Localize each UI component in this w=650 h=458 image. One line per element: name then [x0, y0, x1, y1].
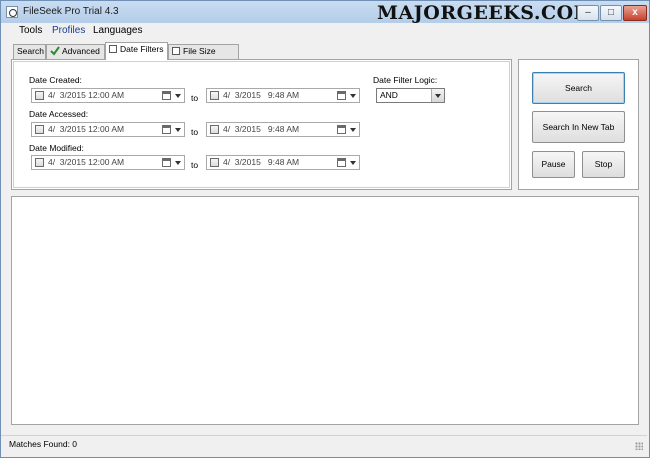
- checkbox-icon: [109, 45, 117, 53]
- calendar-icon[interactable]: [337, 125, 346, 134]
- date-created-to-picker[interactable]: 4/ 3/2015 9:48 AM: [206, 88, 360, 103]
- watermark-logo: MAJORGEEKS.COM: [377, 2, 596, 24]
- menu-languages[interactable]: Languages: [93, 25, 143, 36]
- date-created-from-picker[interactable]: 4/ 3/2015 12:00 AM: [31, 88, 185, 103]
- window-title: FileSeek Pro Trial 4.3: [23, 6, 119, 17]
- date-accessed-label: Date Accessed:: [29, 109, 89, 119]
- maximize-button[interactable]: □: [600, 5, 622, 21]
- tab-file-size-filters[interactable]: File Size Filters: [168, 44, 239, 69]
- tab-advanced-label: Advanced: [62, 46, 100, 56]
- matches-found-text: Matches Found: 0: [9, 439, 78, 449]
- date-created-to-value: 4/ 3/2015 9:48 AM: [223, 90, 300, 100]
- tab-search[interactable]: Search: [13, 44, 46, 59]
- date-accessed-from-value: 4/ 3/2015 12:00 AM: [48, 124, 125, 134]
- date-modified-from-picker[interactable]: 4/ 3/2015 12:00 AM: [31, 155, 185, 170]
- calendar-icon[interactable]: [337, 91, 346, 100]
- date-created-label: Date Created:: [29, 75, 82, 85]
- dropdown-arrow-icon[interactable]: [175, 128, 181, 132]
- tab-search-label: Search: [17, 46, 44, 56]
- chevron-down-icon[interactable]: [431, 89, 444, 102]
- menu-profiles[interactable]: Profiles: [52, 25, 85, 36]
- pause-button[interactable]: Pause: [532, 151, 575, 178]
- menu-bar: Tools Profiles Languages: [1, 23, 649, 39]
- date-accessed-to-picker[interactable]: 4/ 3/2015 9:48 AM: [206, 122, 360, 137]
- title-bar[interactable]: FileSeek Pro Trial 4.3 MAJORGEEKS.COM – …: [1, 1, 649, 24]
- date-modified-label: Date Modified:: [29, 143, 84, 153]
- dropdown-arrow-icon[interactable]: [175, 161, 181, 165]
- calendar-icon[interactable]: [162, 158, 171, 167]
- date-accessed-to-checkbox[interactable]: [210, 125, 219, 134]
- date-created-to-checkbox[interactable]: [210, 91, 219, 100]
- dropdown-arrow-icon[interactable]: [350, 94, 356, 98]
- close-button[interactable]: x: [623, 5, 647, 21]
- resize-grip-icon[interactable]: [635, 442, 643, 450]
- calendar-icon[interactable]: [337, 158, 346, 167]
- tab-advanced[interactable]: Advanced: [46, 44, 105, 59]
- date-created-from-value: 4/ 3/2015 12:00 AM: [48, 90, 125, 100]
- date-accessed-to-value: 4/ 3/2015 9:48 AM: [223, 124, 300, 134]
- tab-date-filters-label: Date Filters: [120, 44, 164, 54]
- date-filter-logic-select[interactable]: AND: [376, 88, 445, 103]
- menu-tools[interactable]: Tools: [19, 25, 42, 36]
- date-modified-from-checkbox[interactable]: [35, 158, 44, 167]
- calendar-icon[interactable]: [162, 125, 171, 134]
- date-accessed-from-picker[interactable]: 4/ 3/2015 12:00 AM: [31, 122, 185, 137]
- dropdown-arrow-icon[interactable]: [350, 161, 356, 165]
- results-list[interactable]: [11, 196, 639, 425]
- date-modified-from-value: 4/ 3/2015 12:00 AM: [48, 157, 125, 167]
- date-filter-logic-value: AND: [380, 90, 398, 100]
- checked-wand-icon: [50, 46, 60, 56]
- dropdown-arrow-icon[interactable]: [350, 128, 356, 132]
- date-modified-to-checkbox[interactable]: [210, 158, 219, 167]
- date-accessed-from-checkbox[interactable]: [35, 125, 44, 134]
- search-button[interactable]: Search: [532, 72, 625, 104]
- date-modified-to-value: 4/ 3/2015 9:48 AM: [223, 157, 300, 167]
- app-icon: [6, 6, 18, 18]
- dropdown-arrow-icon[interactable]: [175, 94, 181, 98]
- to-label: to: [191, 127, 199, 137]
- minimize-button[interactable]: –: [577, 5, 599, 21]
- to-label: to: [191, 93, 199, 103]
- calendar-icon[interactable]: [162, 91, 171, 100]
- tab-date-filters[interactable]: Date Filters: [105, 42, 168, 60]
- status-bar: Matches Found: 0: [1, 435, 647, 453]
- checkbox-icon: [172, 47, 180, 55]
- search-in-new-tab-button[interactable]: Search In New Tab: [532, 111, 625, 143]
- to-label: to: [191, 160, 199, 170]
- date-created-from-checkbox[interactable]: [35, 91, 44, 100]
- date-modified-to-picker[interactable]: 4/ 3/2015 9:48 AM: [206, 155, 360, 170]
- stop-button[interactable]: Stop: [582, 151, 625, 178]
- date-filter-logic-label: Date Filter Logic:: [373, 75, 438, 85]
